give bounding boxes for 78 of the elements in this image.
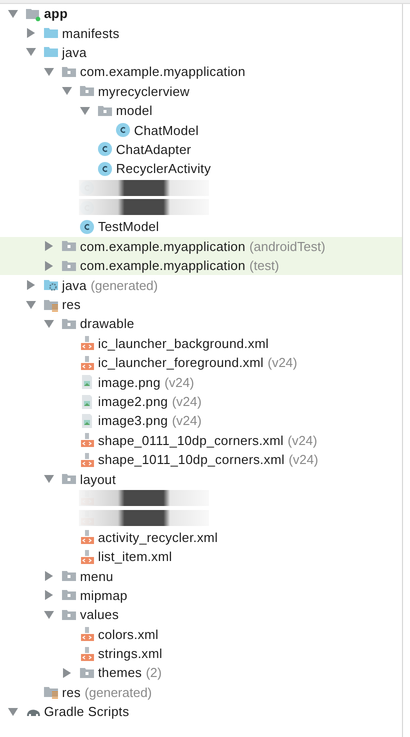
tree-item-note: (test) — [249, 258, 280, 274]
class-icon — [115, 122, 131, 138]
collapsed-arrow-icon[interactable] — [44, 571, 54, 582]
tree-item-label[interactable]: mipmap — [80, 588, 128, 603]
collapsed-arrow-icon[interactable] — [62, 668, 72, 678]
xml-file-icon — [79, 432, 95, 448]
expanded-arrow-icon[interactable] — [26, 47, 36, 58]
tree-item-label[interactable]: menu — [80, 568, 114, 584]
tree-item-label[interactable]: com.example.myapplication — [80, 258, 246, 274]
tree-item-label[interactable]: image3.png — [98, 413, 168, 428]
tree-item-label[interactable]: TestModel — [98, 219, 160, 234]
collapsed-arrow-icon[interactable] — [44, 241, 54, 252]
tree-item-label[interactable]: ChatAdapter — [116, 142, 192, 157]
tree-item-label[interactable]: RecyclerActivity — [116, 161, 211, 176]
expanded-arrow-icon[interactable] — [62, 86, 72, 96]
tree-item-label[interactable]: res — [62, 684, 81, 700]
tree-item-label[interactable]: shape_1011_10dp_corners.xml — [98, 452, 285, 468]
tree-item-label[interactable]: values — [80, 607, 119, 622]
tree-item-label[interactable]: activity_recycler.xml — [98, 530, 218, 545]
tree-item-note: (v24) — [268, 355, 298, 370]
tree-item-label[interactable]: list_item.xml — [98, 549, 172, 564]
xml-file-icon — [79, 529, 95, 546]
collapsed-arrow-icon[interactable] — [26, 280, 36, 290]
gear-folder-icon — [43, 277, 59, 294]
expanded-arrow-icon[interactable] — [8, 706, 18, 717]
tree-item-label[interactable]: layout — [80, 472, 116, 487]
tree-item-label[interactable]: image.png — [98, 374, 161, 390]
tree-item-note: (v24) — [172, 413, 202, 428]
expanded-arrow-icon[interactable] — [44, 474, 54, 484]
class-icon — [97, 160, 113, 177]
xml-file-icon — [79, 626, 95, 642]
xml-file-icon — [79, 354, 95, 371]
expanded-arrow-icon[interactable] — [26, 300, 36, 310]
tree-item-label[interactable]: java — [62, 44, 87, 60]
tree-item-label[interactable]: drawable — [80, 316, 134, 332]
image-file-icon — [79, 374, 95, 390]
class-icon — [79, 218, 95, 235]
tree-item-label[interactable]: shape_0111_10dp_corners.xml — [98, 432, 284, 448]
expanded-arrow-icon[interactable] — [44, 66, 54, 77]
tree-item-note: (generated) — [90, 278, 158, 293]
tree-item-note: (v24) — [288, 452, 318, 468]
xml-file-icon — [79, 335, 95, 352]
tree-item-note: (v24) — [164, 374, 194, 390]
collapsed-arrow-icon[interactable] — [44, 260, 54, 271]
tree-item-label[interactable]: com.example.myapplication — [80, 64, 246, 80]
tree-item-label[interactable]: res — [62, 297, 81, 312]
tree-item-note: (generated) — [84, 684, 152, 700]
collapsed-arrow-icon[interactable] — [26, 28, 36, 38]
tree-item-label[interactable]: myrecyclerview — [98, 84, 190, 99]
tree-item-note: (v24) — [288, 432, 318, 448]
tree-item-label[interactable]: ChatModel — [134, 122, 199, 138]
tree-item-note: (androidTest) — [249, 238, 326, 254]
tree-item-label[interactable]: image2.png — [98, 394, 168, 409]
tree-item-label[interactable]: colors.xml — [98, 626, 159, 642]
tree-item-label[interactable]: model — [116, 103, 152, 118]
tree-item-label[interactable]: ic_launcher_foreground.xml — [98, 355, 264, 370]
expanded-arrow-icon[interactable] — [8, 8, 18, 19]
image-file-icon — [79, 394, 95, 410]
xml-file-icon — [79, 548, 95, 565]
collapsed-arrow-icon[interactable] — [44, 590, 54, 600]
tree-item-label[interactable]: com.example.myapplication — [80, 238, 246, 254]
tree-item-label[interactable]: app — [44, 6, 68, 22]
expanded-arrow-icon[interactable] — [44, 610, 54, 620]
class-icon — [97, 141, 113, 158]
tree-item-label[interactable]: themes — [98, 665, 142, 680]
tree-item-label[interactable]: manifests — [62, 26, 120, 41]
xml-file-icon — [79, 452, 95, 468]
image-file-icon — [79, 412, 95, 429]
tree-item-label[interactable]: strings.xml — [98, 646, 162, 662]
tree-item-note: (2) — [146, 665, 162, 680]
expanded-arrow-icon[interactable] — [44, 318, 54, 329]
tree-item-label[interactable]: java — [62, 278, 87, 293]
tree-item-label[interactable]: Gradle Scripts — [44, 704, 130, 720]
tree-item-note: (v24) — [172, 394, 202, 409]
expanded-arrow-icon[interactable] — [80, 106, 90, 116]
xml-file-icon — [79, 646, 95, 662]
resource-folder-icon — [43, 684, 59, 700]
tree-item-label[interactable]: ic_launcher_background.xml — [98, 336, 269, 351]
